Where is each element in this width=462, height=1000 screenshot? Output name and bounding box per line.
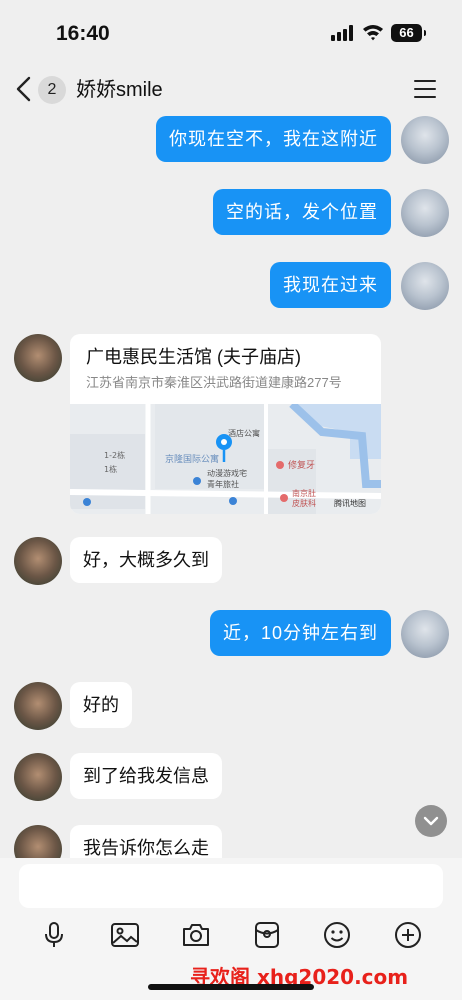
status-bar: 16:40 66 bbox=[0, 0, 462, 62]
camera-icon[interactable] bbox=[181, 920, 211, 950]
map-label: 南京肚 bbox=[292, 488, 316, 498]
map-label: 酒店公寓 bbox=[228, 428, 260, 438]
home-indicator[interactable] bbox=[148, 984, 314, 990]
unread-count-badge[interactable]: 2 bbox=[38, 76, 66, 104]
contact-avatar[interactable] bbox=[14, 825, 62, 858]
image-icon[interactable] bbox=[110, 920, 140, 950]
menu-icon[interactable] bbox=[414, 79, 436, 99]
map-label: 修复牙 bbox=[288, 459, 315, 471]
chat-header: 2 娇娇smile bbox=[0, 62, 462, 116]
red-packet-icon[interactable] bbox=[252, 920, 282, 950]
map-attribution: 腾讯地图 bbox=[334, 498, 366, 508]
message-bubble-other[interactable]: 好，大概多久到 bbox=[70, 537, 222, 583]
status-time: 16:40 bbox=[56, 22, 110, 45]
back-icon[interactable] bbox=[14, 76, 34, 102]
location-map[interactable]: 1-2栋 1栋 京隆国际公寓 酒店公寓 动漫游戏宅 青年旅社 修复牙 南京肚 皮… bbox=[70, 404, 381, 514]
location-card[interactable]: 广电惠民生活馆 (夫子庙店) 江苏省南京市秦淮区洪武路街道建康路277号 1-2… bbox=[70, 334, 381, 514]
battery-indicator: 66 bbox=[391, 24, 426, 42]
contact-avatar[interactable] bbox=[14, 753, 62, 801]
plus-icon[interactable] bbox=[393, 920, 423, 950]
map-label: 皮肤科 bbox=[292, 498, 316, 508]
my-avatar[interactable] bbox=[401, 189, 449, 237]
my-avatar[interactable] bbox=[401, 610, 449, 658]
message-bubble-other[interactable]: 我告诉你怎么走 bbox=[70, 825, 222, 858]
contact-avatar[interactable] bbox=[14, 682, 62, 730]
map-label: 青年旅社 bbox=[207, 479, 239, 489]
contact-avatar[interactable] bbox=[14, 537, 62, 585]
map-label: 动漫游戏宅 bbox=[207, 468, 247, 478]
microphone-icon[interactable] bbox=[39, 920, 69, 950]
message-bubble-me[interactable]: 你现在空不，我在这附近 bbox=[156, 116, 391, 162]
cellular-signal-icon bbox=[331, 25, 355, 41]
emoji-icon[interactable] bbox=[322, 920, 352, 950]
message-input[interactable] bbox=[19, 864, 443, 908]
map-label: 京隆国际公寓 bbox=[165, 453, 219, 465]
contact-avatar[interactable] bbox=[14, 334, 62, 382]
chat-title: 娇娇smile bbox=[76, 79, 163, 101]
input-area: 寻欢阁 xhg2020.com bbox=[0, 858, 462, 1000]
my-avatar[interactable] bbox=[401, 116, 449, 164]
location-name: 广电惠民生活馆 (夫子庙店) bbox=[86, 347, 301, 367]
my-avatar[interactable] bbox=[401, 262, 449, 310]
chevron-down-icon bbox=[423, 816, 439, 826]
map-label: 1-2栋 bbox=[104, 450, 125, 460]
map-label: 1栋 bbox=[104, 464, 117, 474]
wifi-icon bbox=[363, 25, 383, 41]
message-bubble-other[interactable]: 到了给我发信息 bbox=[70, 753, 222, 799]
message-bubble-me[interactable]: 近，10分钟左右到 bbox=[209, 610, 391, 656]
message-bubble-me[interactable]: 空的话，发个位置 bbox=[213, 189, 391, 235]
message-list[interactable]: 你现在空不，我在这附近 空的话，发个位置 我现在过来 广电惠民生活馆 (夫子庙店… bbox=[0, 116, 462, 858]
message-bubble-me[interactable]: 我现在过来 bbox=[270, 262, 391, 308]
message-bubble-other[interactable]: 好的 bbox=[70, 682, 132, 728]
scroll-to-bottom-button[interactable] bbox=[415, 805, 447, 837]
location-address: 江苏省南京市秦淮区洪武路街道建康路277号 bbox=[86, 375, 342, 390]
